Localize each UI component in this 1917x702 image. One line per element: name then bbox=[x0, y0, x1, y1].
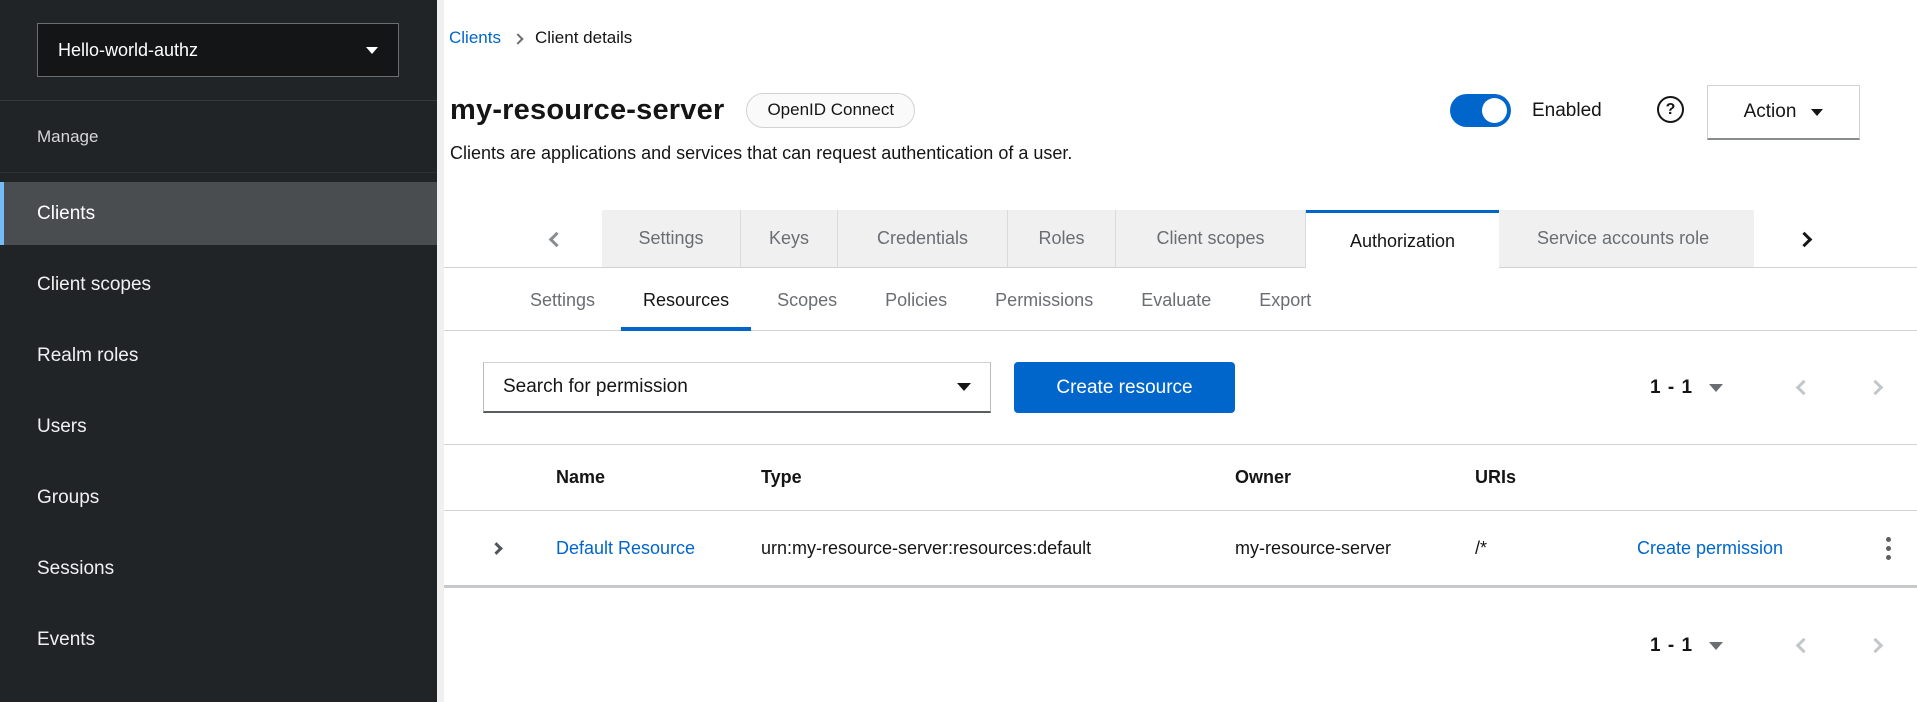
enabled-toggle[interactable] bbox=[1450, 94, 1511, 127]
tab-roles[interactable]: Roles bbox=[1008, 210, 1116, 268]
chevron-right-icon bbox=[490, 542, 503, 555]
subtab-permissions[interactable]: Permissions bbox=[973, 269, 1115, 331]
protocol-badge: OpenID Connect bbox=[746, 93, 915, 128]
subtab-scopes[interactable]: Scopes bbox=[755, 269, 859, 331]
sidebar-scroll-gutter bbox=[437, 0, 444, 702]
action-dropdown-button[interactable]: Action bbox=[1707, 85, 1860, 140]
sidebar: Hello-world-authz Manage Clients Client … bbox=[0, 0, 437, 702]
chevron-right-icon bbox=[1796, 231, 1812, 247]
realm-selector-label: Hello-world-authz bbox=[58, 40, 366, 61]
tab-keys[interactable]: Keys bbox=[741, 210, 838, 268]
create-permission-link[interactable]: Create permission bbox=[1637, 538, 1783, 559]
chevron-left-icon bbox=[548, 231, 564, 247]
chevron-down-icon bbox=[366, 47, 378, 54]
resource-owner-cell: my-resource-server bbox=[1235, 538, 1475, 559]
subtab-resources[interactable]: Resources bbox=[621, 269, 751, 331]
column-header-owner: Owner bbox=[1235, 467, 1475, 488]
action-dropdown-label: Action bbox=[1744, 101, 1797, 123]
chevron-left-icon bbox=[1795, 638, 1811, 654]
sidebar-section-label: Manage bbox=[37, 127, 98, 147]
pagination-prev-button[interactable] bbox=[1784, 362, 1822, 413]
tab-service-accounts-roles[interactable]: Service accounts role bbox=[1499, 210, 1754, 268]
table-row: Default Resource urn:my-resource-server:… bbox=[437, 511, 1917, 585]
client-tabs: Settings Keys Credentials Roles Client s… bbox=[602, 210, 1754, 269]
column-header-type: Type bbox=[761, 467, 1235, 488]
search-permission-select[interactable]: Search for permission bbox=[483, 362, 991, 413]
sidebar-item-sessions[interactable]: Sessions bbox=[0, 537, 437, 600]
resource-uris-cell: /* bbox=[1475, 538, 1560, 559]
resource-name-link[interactable]: Default Resource bbox=[556, 538, 761, 559]
page-header: my-resource-server OpenID Connect bbox=[450, 88, 915, 132]
help-icon[interactable]: ? bbox=[1657, 96, 1684, 123]
page-description: Clients are applications and services th… bbox=[450, 143, 1072, 164]
pagination-next-button[interactable] bbox=[1856, 620, 1894, 671]
sidebar-item-users[interactable]: Users bbox=[0, 395, 437, 458]
toggle-knob bbox=[1482, 98, 1507, 123]
column-header-uris: URIs bbox=[1475, 467, 1560, 488]
subtab-policies[interactable]: Policies bbox=[863, 269, 969, 331]
subtab-settings[interactable]: Settings bbox=[508, 269, 617, 331]
tab-scroll-left-button[interactable] bbox=[536, 210, 576, 268]
pagination-range: 1 - 1 bbox=[1650, 635, 1693, 657]
page-title: my-resource-server bbox=[450, 94, 724, 127]
table-header-row: Name Type Owner URIs bbox=[437, 445, 1917, 510]
breadcrumb-current: Client details bbox=[535, 28, 632, 48]
chevron-right-icon bbox=[512, 33, 523, 44]
chevron-right-icon bbox=[1867, 638, 1883, 654]
chevron-down-icon bbox=[1709, 384, 1723, 392]
pagination-top-menu[interactable]: 1 - 1 bbox=[1650, 362, 1723, 413]
search-permission-label: Search for permission bbox=[503, 376, 957, 398]
realm-selector[interactable]: Hello-world-authz bbox=[37, 23, 399, 77]
tab-settings[interactable]: Settings bbox=[602, 210, 741, 268]
kebab-menu-button[interactable] bbox=[1880, 531, 1897, 566]
sidebar-divider bbox=[0, 172, 437, 173]
resource-type-cell: urn:my-resource-server:resources:default bbox=[761, 538, 1235, 559]
table-border-bottom bbox=[437, 585, 1917, 588]
tab-credentials[interactable]: Credentials bbox=[838, 210, 1008, 268]
tab-client-scopes[interactable]: Client scopes bbox=[1116, 210, 1306, 268]
pagination-bottom-menu[interactable]: 1 - 1 bbox=[1650, 620, 1723, 671]
tab-scroll-right-button[interactable] bbox=[1784, 210, 1824, 268]
sidebar-divider bbox=[0, 100, 437, 101]
enabled-label: Enabled bbox=[1532, 100, 1602, 122]
create-resource-button[interactable]: Create resource bbox=[1014, 362, 1235, 413]
chevron-left-icon bbox=[1795, 380, 1811, 396]
tab-authorization[interactable]: Authorization bbox=[1306, 210, 1499, 269]
breadcrumb: Clients Client details bbox=[449, 26, 632, 50]
sidebar-nav: Clients Client scopes Realm roles Users … bbox=[0, 182, 437, 671]
subtab-export[interactable]: Export bbox=[1237, 269, 1333, 331]
pagination-range: 1 - 1 bbox=[1650, 377, 1693, 399]
pagination-prev-button[interactable] bbox=[1784, 620, 1822, 671]
sidebar-item-realm-roles[interactable]: Realm roles bbox=[0, 324, 437, 387]
sidebar-item-events[interactable]: Events bbox=[0, 608, 437, 671]
pagination-next-button[interactable] bbox=[1856, 362, 1894, 413]
sidebar-item-clients[interactable]: Clients bbox=[0, 182, 437, 245]
chevron-down-icon bbox=[1709, 642, 1723, 650]
chevron-down-icon bbox=[957, 383, 971, 391]
sidebar-item-groups[interactable]: Groups bbox=[0, 466, 437, 529]
chevron-down-icon bbox=[1811, 109, 1823, 116]
sidebar-item-client-scopes[interactable]: Client scopes bbox=[0, 253, 437, 316]
subtab-evaluate[interactable]: Evaluate bbox=[1119, 269, 1233, 331]
column-header-name: Name bbox=[556, 467, 761, 488]
breadcrumb-clients-link[interactable]: Clients bbox=[449, 28, 501, 48]
row-expand-button[interactable] bbox=[437, 544, 556, 553]
authorization-subtabs: Settings Resources Scopes Policies Permi… bbox=[508, 269, 1333, 331]
keycloak-admin-console: Hello-world-authz Manage Clients Client … bbox=[0, 0, 1917, 702]
chevron-right-icon bbox=[1867, 380, 1883, 396]
